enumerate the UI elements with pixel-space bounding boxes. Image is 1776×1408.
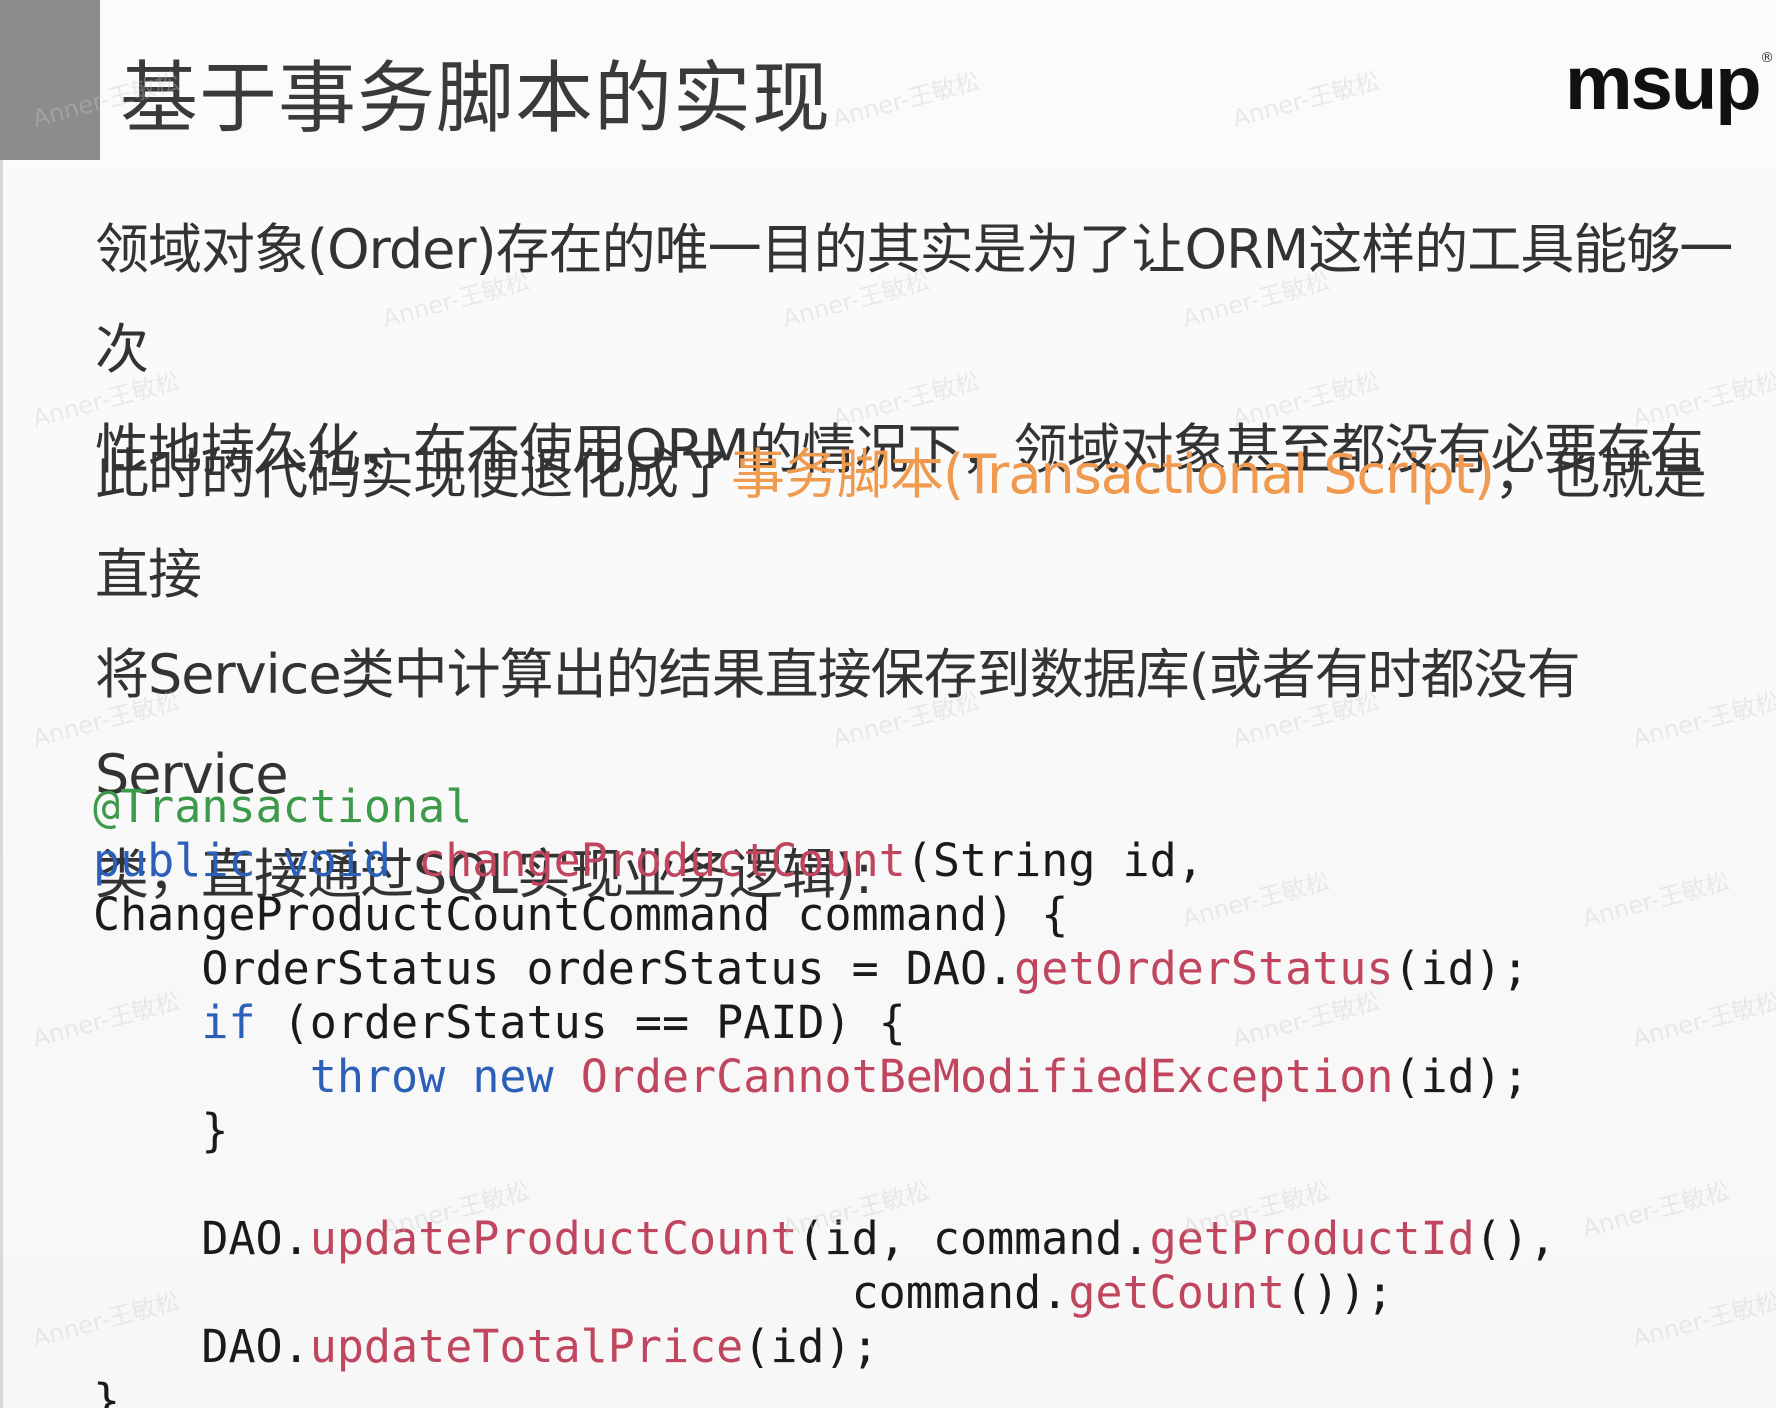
registered-mark: ® — [1760, 50, 1774, 66]
code-text: (String id, — [905, 834, 1204, 887]
paragraph-text: 此时的代码实现便退化成了 — [95, 443, 732, 506]
code-keyword: throw — [309, 1050, 446, 1103]
watermark: Anner-王敏松 — [829, 66, 983, 133]
code-function: getProductId — [1149, 1212, 1475, 1265]
code-text: } — [93, 1374, 121, 1408]
code-function: updateTotalPrice — [309, 1320, 744, 1373]
code-text: (id, command. — [797, 1212, 1150, 1265]
watermark: Anner-王敏松 — [1229, 66, 1383, 133]
watermark: Anner-王敏松 — [1579, 1176, 1733, 1243]
code-function: changeProductCount — [418, 834, 906, 887]
code-text: DAO. — [93, 1320, 310, 1373]
left-edge-line — [0, 160, 3, 1408]
code-keyword: public — [93, 834, 256, 887]
code-function: updateProductCount — [309, 1212, 798, 1265]
code-function: getCount — [1068, 1266, 1286, 1319]
title-accent-bar — [0, 0, 100, 160]
code-text: (id); — [1393, 1050, 1529, 1103]
code-text: ()); — [1285, 1266, 1394, 1319]
paragraph-line: 此时的代码实现便退化成了事务脚本(Transactional Script)，也… — [95, 425, 1735, 625]
highlight-term: 事务脚本(Transactional Script) — [731, 443, 1495, 506]
code-block: @Transactional public void changeProduct… — [93, 780, 1556, 1408]
watermark: Anner-王敏松 — [1629, 986, 1776, 1053]
code-function: OrderCannotBeModifiedException — [580, 1050, 1394, 1103]
code-text: ChangeProductCountCommand command) { — [93, 888, 1069, 941]
code-text: command. — [93, 1266, 1069, 1319]
code-text: OrderStatus orderStatus = DAO. — [93, 942, 1015, 995]
code-annotation: @Transactional — [93, 780, 473, 833]
paragraph-line: 领域对象(Order)存在的唯一目的其实是为了让ORM这样的工具能够一次 — [95, 218, 1733, 381]
code-keyword: new — [472, 1050, 554, 1103]
code-text: (id); — [1393, 942, 1529, 995]
code-text: (orderStatus == PAID) { — [255, 996, 906, 1049]
code-text: DAO. — [93, 1212, 310, 1265]
watermark: Anner-王敏松 — [1629, 1286, 1776, 1353]
code-text: (id); — [743, 1320, 879, 1373]
slide-title: 基于事务脚本的实现 — [120, 54, 832, 144]
code-keyword: void — [282, 834, 392, 887]
slide: 基于事务脚本的实现 msup ® 领域对象(Order)存在的唯一目的其实是为了… — [0, 0, 1776, 1408]
msup-logo: msup — [1565, 41, 1762, 126]
code-keyword: if — [201, 996, 256, 1049]
code-function: getOrderStatus — [1014, 942, 1394, 995]
code-text: (), — [1474, 1212, 1557, 1265]
code-text: } — [93, 1104, 229, 1157]
